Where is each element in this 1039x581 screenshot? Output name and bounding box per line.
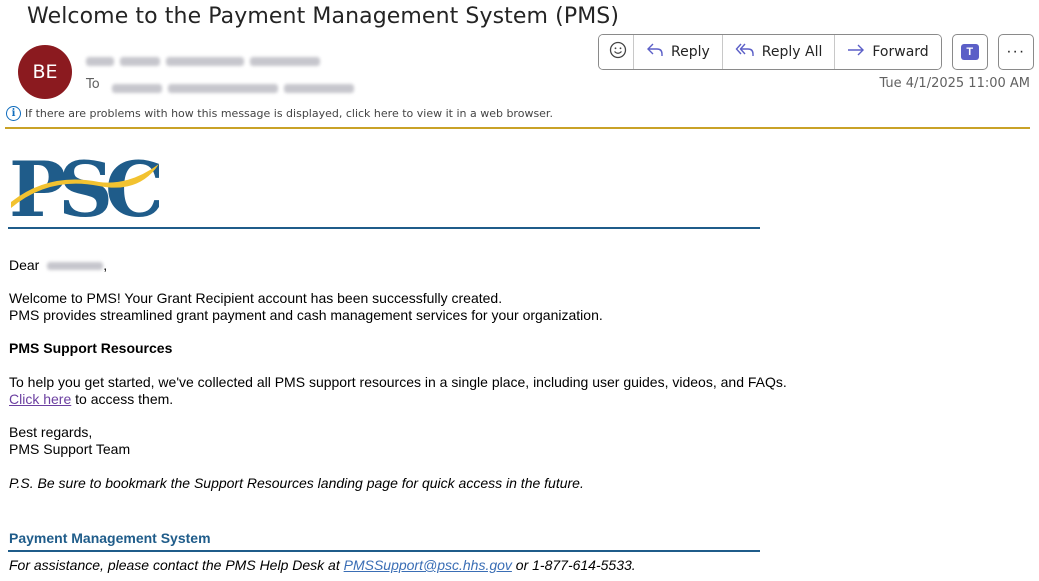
sender-name-redacted[interactable] [86, 53, 366, 67]
footer-contact: For assistance, please contact the PMS H… [9, 557, 636, 573]
forward-label: Forward [872, 44, 929, 60]
reply-button-group: Reply Reply All Forward [598, 34, 942, 70]
infobar-text[interactable]: If there are problems with how this mess… [25, 107, 553, 120]
psc-logo-text: PSC [9, 146, 159, 226]
header-divider [5, 127, 1030, 129]
click-here-link[interactable]: Click here [9, 391, 71, 407]
greeting-prefix: Dear [9, 257, 40, 273]
display-problem-infobar[interactable]: i If there are problems with how this me… [6, 106, 553, 121]
click-here-suffix: to access them. [71, 391, 174, 407]
teams-share-button[interactable]: T [951, 34, 988, 70]
email-subject: Welcome to the Payment Management System… [27, 4, 620, 29]
footer-divider [8, 550, 760, 552]
welcome-line-1: Welcome to PMS! Your Grant Recipient acc… [9, 290, 503, 306]
resources-heading: PMS Support Resources [9, 340, 173, 356]
footer-prefix: For assistance, please contact the PMS H… [9, 557, 344, 573]
logo-divider [8, 227, 760, 229]
click-here-line: Click here to access them. [9, 391, 173, 407]
reply-all-label: Reply All [761, 44, 823, 60]
reply-all-arrow-icon [735, 42, 755, 62]
more-actions-button[interactable]: ··· [997, 34, 1034, 70]
postscript: P.S. Be sure to bookmark the Support Res… [9, 475, 584, 491]
welcome-line-2: PMS provides streamlined grant payment a… [9, 307, 603, 323]
psc-logo: PSC [9, 145, 170, 234]
to-label: To [86, 77, 100, 92]
sender-initials: BE [32, 61, 58, 83]
resources-text: To help you get started, we've collected… [9, 374, 787, 390]
regards: Best regards, [9, 424, 93, 440]
signature-team: PMS Support Team [9, 441, 131, 457]
recipient-redacted[interactable] [112, 80, 362, 94]
reply-all-button[interactable]: Reply All [722, 35, 836, 69]
message-toolbar: Reply Reply All Forward T ··· [598, 34, 1034, 70]
smiley-icon [609, 41, 627, 63]
message-timestamp: Tue 4/1/2025 11:00 AM [879, 76, 1030, 91]
footer-suffix: or 1-877-614-5533. [511, 557, 636, 573]
forward-button[interactable]: Forward [835, 35, 941, 69]
sender-avatar[interactable]: BE [18, 45, 72, 99]
more-icon: ··· [1006, 43, 1026, 60]
info-icon: i [6, 106, 21, 121]
reply-arrow-icon [646, 42, 664, 62]
forward-arrow-icon [847, 43, 865, 61]
footer-title: Payment Management System [9, 530, 211, 546]
support-email-link[interactable]: PMSSupport@psc.hhs.gov [344, 557, 512, 573]
reaction-button[interactable] [599, 35, 634, 69]
greeting-suffix: , [103, 257, 108, 273]
reply-label: Reply [671, 44, 710, 60]
greeting: Dear , [9, 257, 107, 273]
teams-icon: T [960, 44, 979, 60]
reply-button[interactable]: Reply [634, 35, 723, 69]
